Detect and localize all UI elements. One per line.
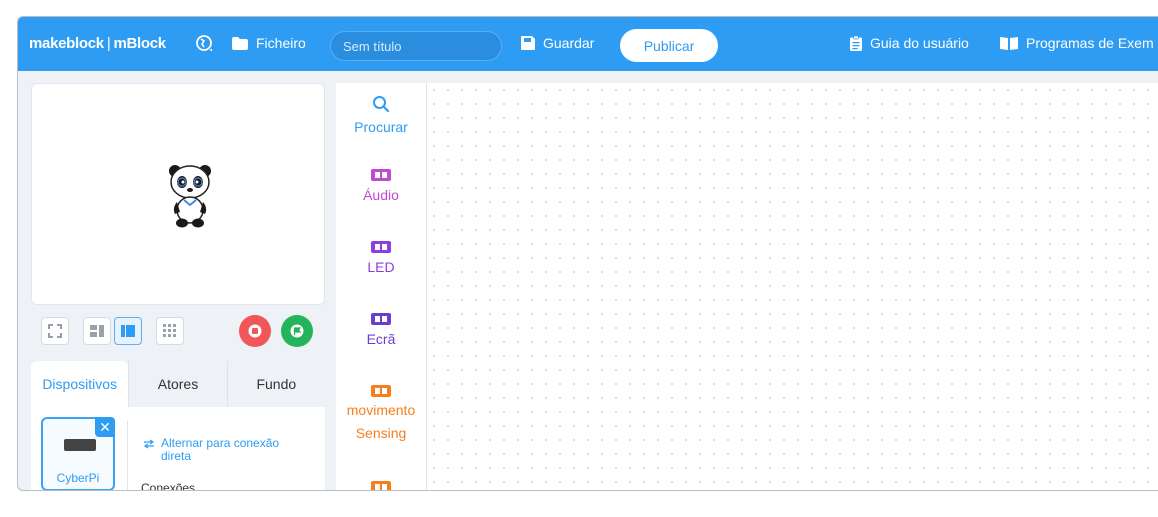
led-block-icon xyxy=(371,241,391,253)
category-motion-sensing[interactable]: movimento Sensing xyxy=(336,385,426,445)
save-label: Guardar xyxy=(543,35,595,51)
device-name: CyberPi xyxy=(56,471,100,485)
category-screen[interactable]: Ecrã xyxy=(336,313,426,347)
connections-label: Conexões xyxy=(141,481,196,491)
stage-controls xyxy=(31,313,325,351)
grid-dots-icon xyxy=(163,324,176,337)
flag-icon xyxy=(290,324,304,338)
save-disk-icon xyxy=(521,36,535,50)
category-search-label: Procurar xyxy=(354,119,408,135)
category-audio-label: Áudio xyxy=(363,187,399,203)
switch-arrows-icon xyxy=(143,439,155,449)
normal-stage-layout-icon xyxy=(121,325,135,337)
category-next[interactable] xyxy=(336,481,426,490)
green-flag-button[interactable] xyxy=(281,315,313,347)
tab-background[interactable]: Fundo xyxy=(226,361,325,407)
cyberpi-device-icon xyxy=(64,439,96,451)
stop-button[interactable] xyxy=(239,315,271,347)
category-audio[interactable]: Áudio xyxy=(336,169,426,203)
category-search[interactable]: Procurar xyxy=(336,95,426,135)
devices-panel: CyberPi ✕ Alternar para conexão direta C… xyxy=(31,407,325,491)
logo-brand: makeblock xyxy=(29,35,104,52)
project-title-input[interactable] xyxy=(330,31,502,61)
open-book-icon xyxy=(1000,37,1018,50)
direct-connection-link[interactable]: Alternar para conexão direta xyxy=(143,437,311,463)
panda-sprite[interactable] xyxy=(166,162,214,228)
globe-language-icon[interactable] xyxy=(196,35,212,51)
clipboard-icon xyxy=(850,35,862,51)
example-programs-link[interactable]: Programas de Exem xyxy=(1000,35,1154,51)
user-guide-link[interactable]: Guia do usuário xyxy=(850,35,969,51)
motion-sensing-block-icon xyxy=(371,385,391,397)
tab-background-label: Fundo xyxy=(256,376,297,392)
file-menu[interactable]: Ficheiro xyxy=(232,35,306,51)
script-workspace[interactable] xyxy=(427,83,1158,490)
fullscreen-button[interactable] xyxy=(41,317,69,345)
device-card-cyberpi[interactable]: CyberPi ✕ xyxy=(41,417,115,490)
file-menu-label: Ficheiro xyxy=(256,35,306,51)
small-stage-button[interactable] xyxy=(83,317,111,345)
tab-devices-label: Dispositivos xyxy=(42,376,118,392)
category-sensing-label: Sensing xyxy=(355,425,407,441)
category-screen-label: Ecrã xyxy=(366,331,396,347)
divider xyxy=(127,421,128,490)
direct-connection-label: Alternar para conexão direta xyxy=(161,436,280,463)
panel-tabs: Dispositivos Atores Fundo xyxy=(31,361,325,407)
stage-canvas[interactable] xyxy=(31,83,325,305)
tab-sprites-label: Atores xyxy=(157,376,199,392)
example-programs-label: Programas de Exem xyxy=(1026,35,1154,51)
user-guide-label: Guia do usuário xyxy=(870,35,969,51)
grid-layout-button[interactable] xyxy=(156,317,184,345)
save-button[interactable]: Guardar xyxy=(521,35,594,51)
fullscreen-icon xyxy=(48,324,62,338)
mblock-window: makeblock|mBlock Ficheiro Guardar Public… xyxy=(17,16,1158,491)
search-icon xyxy=(373,96,390,113)
audio-block-icon xyxy=(371,169,391,181)
screen-block-icon xyxy=(371,313,391,325)
folder-icon xyxy=(232,36,248,50)
app-logo[interactable]: makeblock | mBlock xyxy=(29,35,166,52)
tab-devices[interactable]: Dispositivos xyxy=(31,361,129,407)
logo-separator: | xyxy=(106,35,111,52)
small-stage-layout-icon xyxy=(90,325,104,337)
next-category-block-icon xyxy=(371,481,391,490)
top-bar: makeblock|mBlock Ficheiro Guardar Public… xyxy=(18,17,1158,71)
category-motion-label: movimento xyxy=(346,402,416,418)
block-categories: Procurar Áudio LED Ecrã movimento Sensin… xyxy=(336,83,427,490)
normal-stage-button[interactable] xyxy=(114,317,142,345)
category-led-label: LED xyxy=(367,259,395,275)
remove-device-button[interactable]: ✕ xyxy=(95,417,115,437)
logo-product: mBlock xyxy=(113,35,166,52)
tab-sprites[interactable]: Atores xyxy=(128,361,226,407)
category-led[interactable]: LED xyxy=(336,241,426,275)
publish-button[interactable]: Publicar xyxy=(620,29,718,62)
stop-icon xyxy=(248,324,262,338)
